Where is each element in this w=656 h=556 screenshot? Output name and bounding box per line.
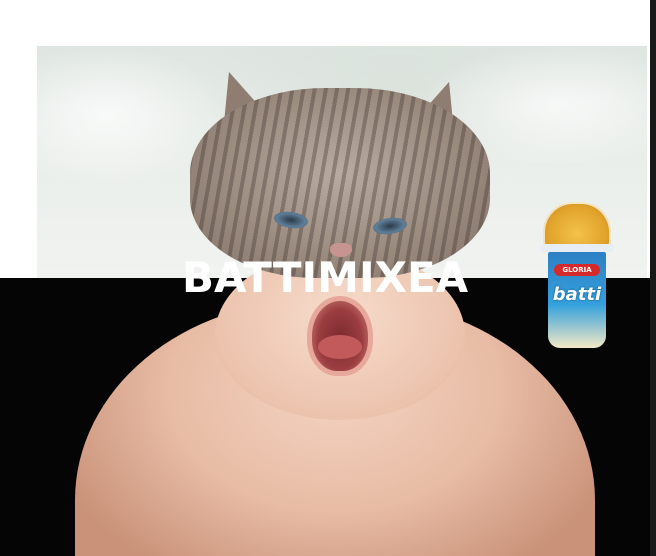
product-cup: GLORIA batti (540, 200, 614, 350)
product-name-label: batti (552, 284, 602, 305)
image-edge-strip (650, 0, 656, 556)
cup-rim (540, 244, 614, 252)
meme-image: GLORIA batti BATTIMIXEA (0, 0, 656, 556)
baby-tongue (318, 335, 362, 359)
cup-lid-cereal (543, 202, 611, 248)
product-brand-label: GLORIA (554, 264, 600, 276)
caption-text: BATTIMIXEA (182, 253, 469, 302)
cup-body: GLORIA batti (548, 252, 606, 348)
